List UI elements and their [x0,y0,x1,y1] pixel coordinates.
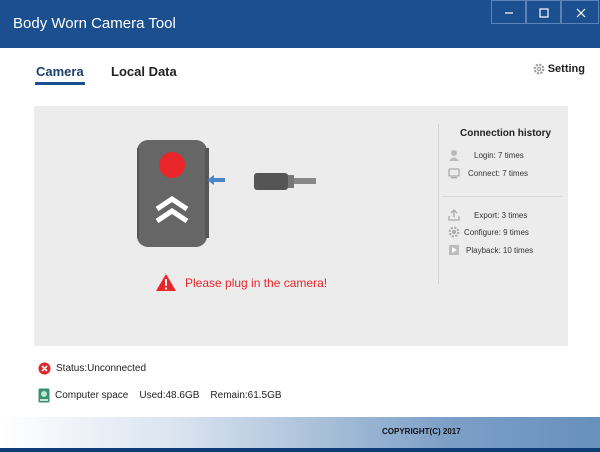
space-label: Computer space [55,390,129,401]
history-label: Playback: 10 times [466,245,534,255]
footer-bar [0,448,600,452]
setting-button[interactable]: Setting [533,63,585,75]
history-item-configure: Configure: 9 times [448,226,529,238]
warning-icon [156,274,176,291]
history-title: Connection history [460,128,552,139]
playback-icon [449,245,459,255]
space-remain: Remain:61.5GB [210,390,282,401]
history-divider [442,196,562,197]
warning-text: Please plug in the camera! [185,275,328,290]
history-item-playback: Playback: 10 times [448,244,533,256]
setting-label: Setting [547,63,585,75]
minimize-icon [505,12,513,14]
history-label: Configure: 9 times [464,227,529,237]
tab-local-data[interactable]: Local Data [111,64,177,79]
panel-divider [438,124,439,284]
history-item-connect: Connect: 7 times [448,167,528,179]
close-button[interactable] [561,0,599,24]
error-icon [38,362,51,375]
connection-status: Status:Unconnected [38,362,146,375]
export-icon [448,209,460,221]
active-tab-indicator [35,82,85,85]
monitor-icon [448,168,460,179]
tab-camera[interactable]: Camera [36,64,84,79]
close-icon [576,8,586,18]
gear-icon [533,63,545,75]
footer [0,417,600,448]
camera-panel: Please plug in the camera! Connection hi… [34,106,568,346]
copyright-text: COPYRIGHT(C) 2017 [382,427,461,436]
computer-space: Computer space Used:48.6GB Remain:61.5GB [38,388,282,403]
gear-icon [448,226,460,238]
body-camera-illustration [137,140,209,247]
history-label: Connect: 7 times [468,168,529,178]
history-item-export: Export: 3 times [448,209,527,221]
history-label: Login: 7 times [474,150,524,160]
window-title: Body Worn Camera Tool [13,15,176,32]
history-label: Export: 3 times [474,210,528,220]
space-used: Used:48.6GB [139,390,200,401]
usb-plug-illustration [207,173,316,190]
disk-icon [38,388,50,403]
minimize-button[interactable] [491,0,526,24]
title-bar: Body Worn Camera Tool [0,0,600,48]
plug-warning: Please plug in the camera! [155,273,327,292]
maximize-button[interactable] [526,0,561,24]
status-text: Status:Unconnected [56,363,147,374]
maximize-icon [539,8,549,18]
user-icon [449,150,459,161]
history-item-login: Login: 7 times [448,149,524,161]
